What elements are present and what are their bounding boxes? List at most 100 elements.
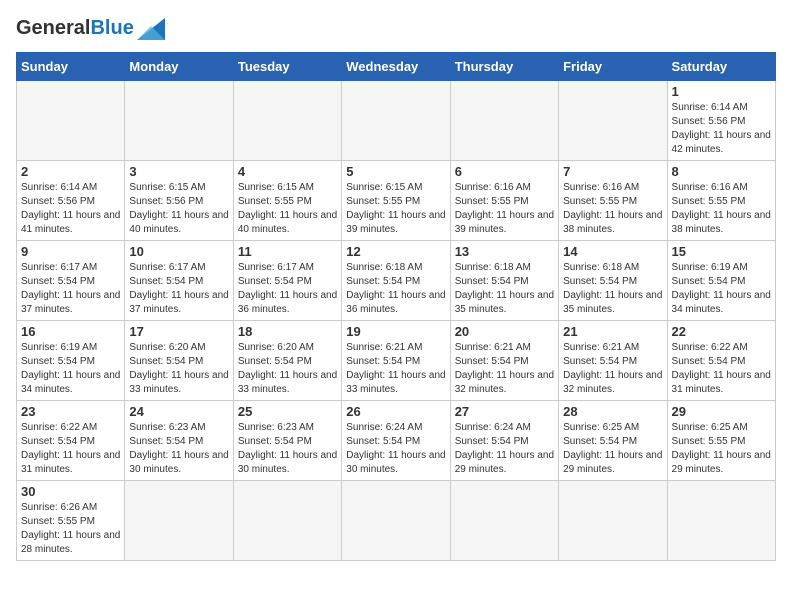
day-number: 11 (238, 244, 337, 259)
calendar-cell: 21 Sunrise: 6:21 AM Sunset: 5:54 PM Dayli… (559, 321, 667, 401)
calendar-cell: 10Sunrise: 6:17 AM Sunset: 5:54 PM Dayli… (125, 241, 233, 321)
day-number: 8 (672, 164, 771, 179)
day-number: 21 (563, 324, 662, 339)
calendar-cell: 6Sunrise: 6:16 AM Sunset: 5:55 PM Daylig… (450, 161, 558, 241)
calendar-cell (17, 81, 125, 161)
calendar-cell: 2 Sunrise: 6:14 AM Sunset: 5:56 PM Daylig… (17, 161, 125, 241)
page-container: General Blue SundayMondayTuesdayWednesda… (16, 16, 776, 561)
day-info: Sunrise: 6:19 AM Sunset: 5:54 PM Dayligh… (672, 261, 771, 317)
day-number: 19 (346, 324, 445, 339)
calendar-cell: 26Sunrise: 6:24 AM Sunset: 5:54 PM Dayli… (342, 401, 450, 481)
day-info: Sunrise: 6:21 AM Sunset: 5:54 PM Dayligh… (563, 341, 662, 397)
day-number: 15 (672, 244, 771, 259)
day-number: 25 (238, 404, 337, 419)
calendar-cell: 17 Sunrise: 6:20 AM Sunset: 5:54 PM Dayli… (125, 321, 233, 401)
day-number: 9 (21, 244, 120, 259)
calendar-cell: 18 Sunrise: 6:20 AM Sunset: 5:54 PM Dayli… (233, 321, 341, 401)
weekday-header-tuesday: Tuesday (233, 53, 341, 81)
calendar-cell: 12 Sunrise: 6:18 AM Sunset: 5:54 PM Dayli… (342, 241, 450, 321)
weekday-header-wednesday: Wednesday (342, 53, 450, 81)
calendar-cell: 9Sunrise: 6:17 AM Sunset: 5:54 PM Daylig… (17, 241, 125, 321)
day-number: 6 (455, 164, 554, 179)
calendar-cell: 19 Sunrise: 6:21 AM Sunset: 5:54 PM Dayli… (342, 321, 450, 401)
day-info: Sunrise: 6:18 AM Sunset: 5:54 PM Dayligh… (563, 261, 662, 317)
calendar-cell: 28Sunrise: 6:25 AM Sunset: 5:54 PM Dayli… (559, 401, 667, 481)
day-info: Sunrise: 6:16 AM Sunset: 5:55 PM Dayligh… (563, 181, 662, 237)
weekday-header-monday: Monday (125, 53, 233, 81)
day-number: 1 (672, 84, 771, 99)
weekday-header-thursday: Thursday (450, 53, 558, 81)
day-number: 16 (21, 324, 120, 339)
day-info: Sunrise: 6:22 AM Sunset: 5:54 PM Dayligh… (21, 421, 120, 477)
day-info: Sunrise: 6:14 AM Sunset: 5:56 PM Dayligh… (672, 101, 771, 157)
weekday-header-sunday: Sunday (17, 53, 125, 81)
calendar-cell: 5Sunrise: 6:15 AM Sunset: 5:55 PM Daylig… (342, 161, 450, 241)
calendar-cell: 13Sunrise: 6:18 AM Sunset: 5:54 PM Dayli… (450, 241, 558, 321)
calendar-cell: 3 Sunrise: 6:15 AM Sunset: 5:56 PM Daylig… (125, 161, 233, 241)
calendar-cell (559, 81, 667, 161)
calendar-cell (125, 81, 233, 161)
day-info: Sunrise: 6:23 AM Sunset: 5:54 PM Dayligh… (238, 421, 337, 477)
calendar-cell: 8 Sunrise: 6:16 AM Sunset: 5:55 PM Daylig… (667, 161, 775, 241)
calendar-table: SundayMondayTuesdayWednesdayThursdayFrid… (16, 52, 776, 561)
weekday-header-friday: Friday (559, 53, 667, 81)
day-info: Sunrise: 6:14 AM Sunset: 5:56 PM Dayligh… (21, 181, 120, 237)
day-info: Sunrise: 6:21 AM Sunset: 5:54 PM Dayligh… (346, 341, 445, 397)
week-row-0: 1 Sunrise: 6:14 AM Sunset: 5:56 PM Daylig… (17, 81, 776, 161)
week-row-2: 9Sunrise: 6:17 AM Sunset: 5:54 PM Daylig… (17, 241, 776, 321)
day-number: 2 (21, 164, 120, 179)
calendar-cell (559, 481, 667, 561)
calendar-cell (125, 481, 233, 561)
day-number: 12 (346, 244, 445, 259)
day-number: 23 (21, 404, 120, 419)
day-number: 27 (455, 404, 554, 419)
weekday-header-saturday: Saturday (667, 53, 775, 81)
day-info: Sunrise: 6:16 AM Sunset: 5:55 PM Dayligh… (672, 181, 771, 237)
calendar-cell (667, 481, 775, 561)
calendar-cell: 20 Sunrise: 6:21 AM Sunset: 5:54 PM Dayli… (450, 321, 558, 401)
day-info: Sunrise: 6:18 AM Sunset: 5:54 PM Dayligh… (346, 261, 445, 317)
calendar-cell (233, 81, 341, 161)
day-info: Sunrise: 6:15 AM Sunset: 5:56 PM Dayligh… (129, 181, 228, 237)
calendar-cell: 22Sunrise: 6:22 AM Sunset: 5:54 PM Dayli… (667, 321, 775, 401)
calendar-cell (233, 481, 341, 561)
logo-icon (137, 18, 165, 40)
calendar-cell: 15 Sunrise: 6:19 AM Sunset: 5:54 PM Dayli… (667, 241, 775, 321)
day-number: 7 (563, 164, 662, 179)
day-number: 30 (21, 484, 120, 499)
day-number: 20 (455, 324, 554, 339)
day-number: 3 (129, 164, 228, 179)
day-info: Sunrise: 6:25 AM Sunset: 5:54 PM Dayligh… (563, 421, 662, 477)
day-info: Sunrise: 6:19 AM Sunset: 5:54 PM Dayligh… (21, 341, 120, 397)
day-info: Sunrise: 6:20 AM Sunset: 5:54 PM Dayligh… (238, 341, 337, 397)
day-info: Sunrise: 6:21 AM Sunset: 5:54 PM Dayligh… (455, 341, 554, 397)
day-info: Sunrise: 6:24 AM Sunset: 5:54 PM Dayligh… (455, 421, 554, 477)
calendar-cell: 14 Sunrise: 6:18 AM Sunset: 5:54 PM Dayli… (559, 241, 667, 321)
day-number: 4 (238, 164, 337, 179)
calendar-cell: 7 Sunrise: 6:16 AM Sunset: 5:55 PM Daylig… (559, 161, 667, 241)
calendar-cell: 23 Sunrise: 6:22 AM Sunset: 5:54 PM Dayli… (17, 401, 125, 481)
day-number: 24 (129, 404, 228, 419)
day-info: Sunrise: 6:24 AM Sunset: 5:54 PM Dayligh… (346, 421, 445, 477)
calendar-cell: 16 Sunrise: 6:19 AM Sunset: 5:54 PM Dayli… (17, 321, 125, 401)
day-info: Sunrise: 6:15 AM Sunset: 5:55 PM Dayligh… (346, 181, 445, 237)
calendar-cell: 25 Sunrise: 6:23 AM Sunset: 5:54 PM Dayli… (233, 401, 341, 481)
day-number: 18 (238, 324, 337, 339)
day-info: Sunrise: 6:15 AM Sunset: 5:55 PM Dayligh… (238, 181, 337, 237)
day-number: 29 (672, 404, 771, 419)
calendar-cell: 11Sunrise: 6:17 AM Sunset: 5:54 PM Dayli… (233, 241, 341, 321)
calendar-cell: 4 Sunrise: 6:15 AM Sunset: 5:55 PM Daylig… (233, 161, 341, 241)
logo: General Blue (16, 16, 165, 40)
week-row-3: 16 Sunrise: 6:19 AM Sunset: 5:54 PM Dayli… (17, 321, 776, 401)
day-info: Sunrise: 6:22 AM Sunset: 5:54 PM Dayligh… (672, 341, 771, 397)
day-info: Sunrise: 6:26 AM Sunset: 5:55 PM Dayligh… (21, 501, 120, 557)
day-number: 14 (563, 244, 662, 259)
week-row-5: 30 Sunrise: 6:26 AM Sunset: 5:55 PM Dayli… (17, 481, 776, 561)
calendar-cell (342, 481, 450, 561)
day-info: Sunrise: 6:18 AM Sunset: 5:54 PM Dayligh… (455, 261, 554, 317)
logo-blue-text: Blue (90, 17, 133, 40)
day-info: Sunrise: 6:23 AM Sunset: 5:54 PM Dayligh… (129, 421, 228, 477)
day-info: Sunrise: 6:20 AM Sunset: 5:54 PM Dayligh… (129, 341, 228, 397)
calendar-cell: 1 Sunrise: 6:14 AM Sunset: 5:56 PM Daylig… (667, 81, 775, 161)
day-number: 17 (129, 324, 228, 339)
